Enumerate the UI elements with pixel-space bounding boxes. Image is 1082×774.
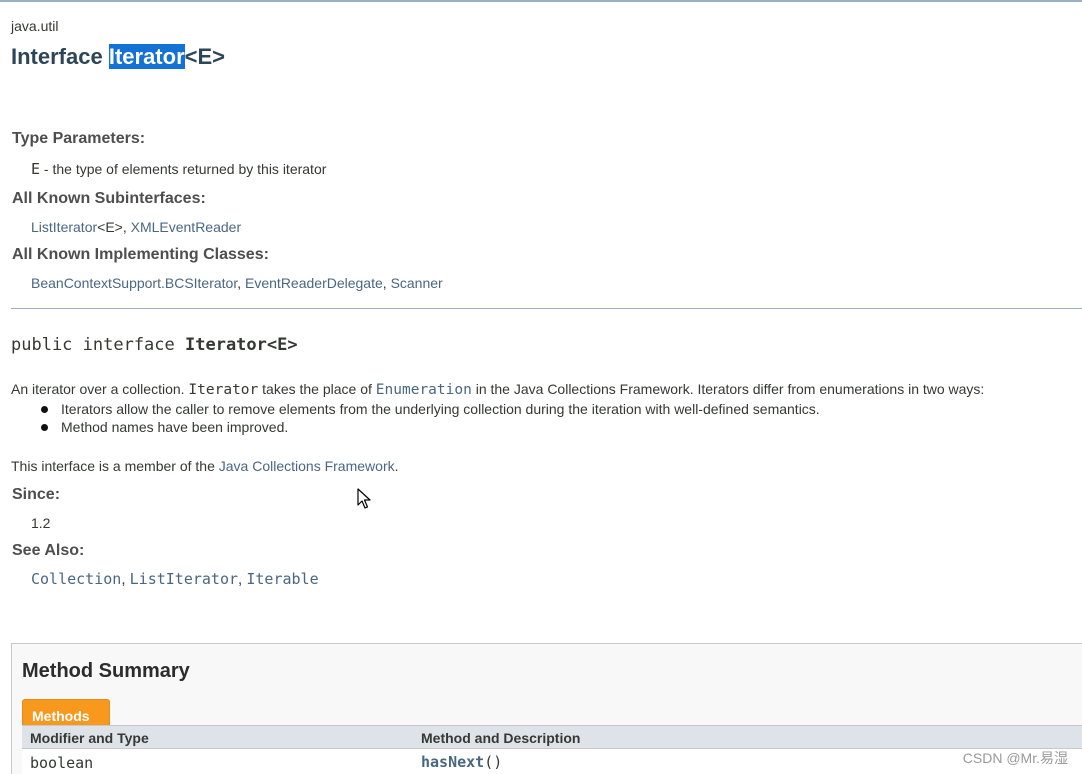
see-also-link-listiterator[interactable]: ListIterator bbox=[130, 570, 238, 588]
title-highlighted-text: Iterator bbox=[108, 44, 185, 69]
title-prefix: Interface bbox=[11, 44, 109, 69]
method-table-header: Modifier and Type Method and Description bbox=[22, 725, 1082, 749]
method-params: () bbox=[484, 753, 503, 771]
class-sep: , bbox=[237, 275, 246, 291]
since-value: 1.2 bbox=[31, 515, 51, 531]
tab-methods[interactable]: Methods bbox=[22, 699, 110, 725]
enumeration-link[interactable]: Enumeration bbox=[376, 382, 472, 398]
class-link-bcsiterator[interactable]: BeanContextSupport.BCSIterator bbox=[31, 275, 237, 291]
watermark-text: CSDN @Mr.易湿 bbox=[962, 750, 1068, 766]
differences-list: Iterators allow the caller to remove ele… bbox=[37, 401, 820, 436]
desc-text: in the Java Collections Framework. Itera… bbox=[471, 381, 985, 397]
member-text: . bbox=[394, 458, 399, 474]
subinterfaces-label: All Known Subinterfaces: bbox=[12, 190, 206, 207]
implementing-classes-label: All Known Implementing Classes: bbox=[12, 246, 269, 263]
list-item: Iterators allow the caller to remove ele… bbox=[37, 401, 820, 419]
top-rule bbox=[0, 0, 1082, 2]
since-label: Since: bbox=[12, 486, 61, 503]
title-suffix: <E> bbox=[184, 44, 225, 69]
interface-description: An iterator over a collection. Iterator … bbox=[11, 381, 984, 398]
table-row: boolean hasNext() bbox=[22, 749, 1082, 774]
method-cell: hasNext() bbox=[421, 753, 502, 771]
desc-code-iterator: Iterator bbox=[188, 382, 259, 398]
mouse-pointer-icon bbox=[357, 488, 371, 509]
signature-name: Iterator<E> bbox=[185, 335, 298, 355]
framework-membership: This interface is a member of the Java C… bbox=[11, 458, 399, 474]
subinterface-sep: <E>, bbox=[97, 219, 131, 235]
column-header-modifier-type: Modifier and Type bbox=[30, 730, 149, 746]
class-link-eventreaderdelegate[interactable]: EventReaderDelegate bbox=[245, 275, 383, 291]
see-also-list: Collection, ListIterator, Iterable bbox=[31, 570, 319, 588]
interface-signature: public interface Iterator<E> bbox=[11, 335, 298, 355]
class-link-scanner[interactable]: Scanner bbox=[391, 275, 443, 291]
method-return-type: boolean bbox=[30, 754, 94, 772]
type-parameter-entry: E - the type of elements returned by thi… bbox=[31, 160, 326, 178]
see-also-sep: , bbox=[121, 571, 130, 588]
list-item: Method names have been improved. bbox=[37, 419, 820, 437]
member-text: This interface is a member of the bbox=[11, 458, 219, 474]
see-also-label: See Also: bbox=[12, 542, 85, 559]
desc-text: An iterator over a collection. bbox=[11, 381, 189, 397]
see-also-link-collection[interactable]: Collection bbox=[31, 570, 121, 588]
desc-text: takes the place of bbox=[258, 381, 376, 397]
column-header-method-description: Method and Description bbox=[421, 730, 581, 746]
implementing-classes-list: BeanContextSupport.BCSIterator, EventRea… bbox=[31, 275, 443, 291]
section-divider bbox=[11, 308, 1082, 309]
subinterface-link-xmleventreader[interactable]: XMLEventReader bbox=[131, 219, 242, 235]
signature-prefix: public interface bbox=[11, 335, 185, 355]
method-link-hasnext[interactable]: hasNext bbox=[421, 753, 484, 771]
method-summary-section: Method Summary Methods Modifier and Type… bbox=[11, 643, 1082, 774]
method-summary-title: Method Summary bbox=[22, 660, 190, 682]
package-name: java.util bbox=[11, 18, 59, 34]
type-parameters-label: Type Parameters: bbox=[12, 130, 146, 147]
subinterfaces-list: ListIterator<E>, XMLEventReader bbox=[31, 219, 241, 235]
subinterface-link-listiterator[interactable]: ListIterator bbox=[31, 219, 97, 235]
class-sep: , bbox=[382, 275, 391, 291]
collections-framework-link[interactable]: Java Collections Framework bbox=[219, 458, 395, 474]
see-also-link-iterable[interactable]: Iterable bbox=[246, 570, 318, 588]
page-title: Interface Iterator<E> bbox=[11, 44, 225, 70]
type-param-name: E bbox=[31, 160, 41, 178]
type-param-desc: - the type of elements returned by this … bbox=[40, 161, 327, 177]
